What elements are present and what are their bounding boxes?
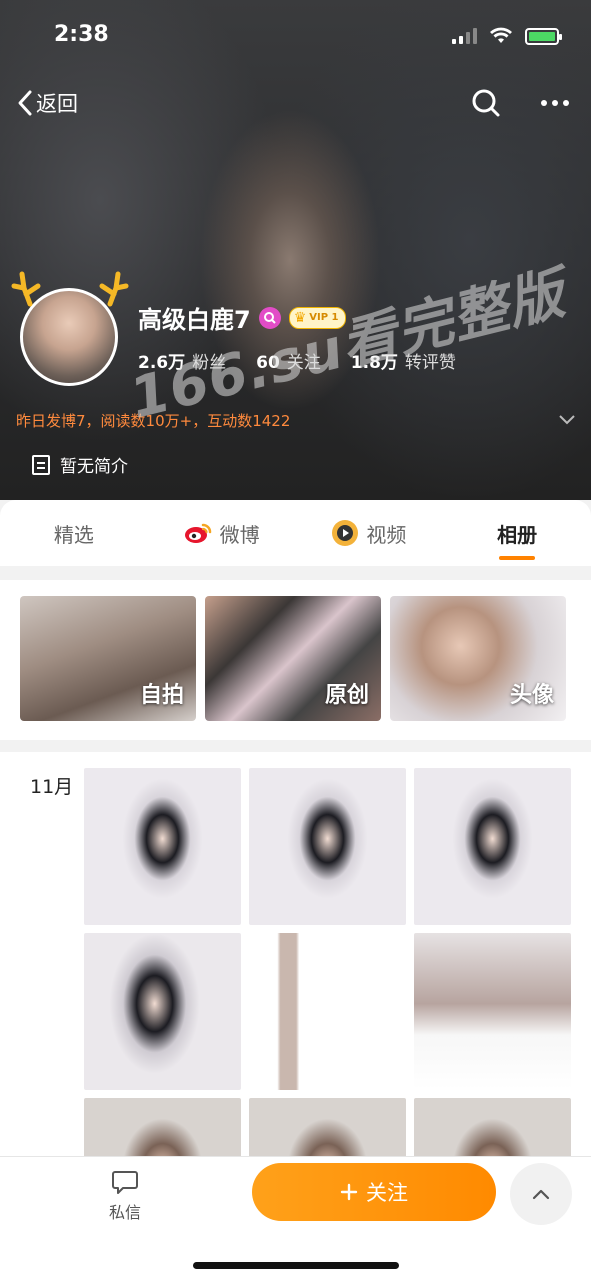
activity-summary-text: 昨日发博7，阅读数10万+，互动数1422 [16, 411, 291, 430]
vip-badge[interactable]: ♛ VIP 1 [288, 306, 346, 329]
status-time: 2:38 [54, 22, 109, 47]
nav-actions [471, 88, 569, 118]
plus-icon [340, 1183, 358, 1201]
crown-icon: ♛ [293, 309, 307, 326]
photo-thumbnail[interactable] [414, 768, 571, 925]
back-button[interactable]: 返回 [16, 88, 78, 118]
name-row: 高级白鹿7 ♛ VIP 1 [138, 300, 346, 335]
scroll-top-button[interactable] [510, 1163, 572, 1225]
follow-button[interactable]: 关注 [252, 1163, 496, 1221]
private-message-label: 私信 [108, 1203, 141, 1222]
album-original[interactable]: 原创 [205, 596, 381, 721]
search-icon[interactable] [471, 88, 501, 118]
month-label: 11月 [30, 776, 74, 798]
chevron-down-icon [559, 415, 575, 425]
album-row: 自拍 原创 头像 [0, 580, 591, 740]
profile-intro: 暂无简介 [32, 452, 128, 477]
photo-section: 11月 [0, 752, 591, 1255]
profile-tabs: 精选 微博 视频 相册 [0, 500, 591, 566]
photo-thumbnail[interactable] [84, 933, 241, 1090]
tab-album-label: 相册 [497, 522, 538, 547]
stat-following-label: 关注 [286, 353, 321, 373]
super-topic-badge-icon[interactable] [258, 306, 281, 329]
message-icon [112, 1171, 138, 1194]
stat-interactions[interactable]: 1.8万 转评赞 [351, 348, 456, 373]
album-selfie-label: 自拍 [139, 683, 184, 708]
stat-followers[interactable]: 2.6万 粉丝 [138, 348, 226, 373]
weibo-icon [184, 523, 211, 543]
profile-banner: 2:38 返回 高级白鹿7 ♛ VIP 1 2.6万 粉丝 60 关注 1.8万… [0, 0, 591, 500]
vip-label: VIP 1 [309, 312, 339, 323]
document-icon [32, 454, 50, 475]
wifi-icon [490, 27, 512, 43]
profile-stats: 2.6万 粉丝 60 关注 1.8万 转评赞 [138, 348, 456, 373]
avatar-container[interactable] [10, 264, 130, 386]
tab-album[interactable]: 相册 [443, 500, 591, 566]
back-chevron-icon [18, 90, 32, 116]
album-avatar-label: 头像 [509, 683, 554, 708]
stat-interactions-label: 转评赞 [404, 353, 456, 373]
album-avatar[interactable]: 头像 [390, 596, 566, 721]
activity-summary[interactable]: 昨日发博7，阅读数10万+，互动数1422 [16, 404, 576, 436]
tab-weibo-label: 微博 [219, 522, 260, 547]
photo-thumbnail[interactable] [249, 933, 406, 1090]
battery-icon [525, 27, 562, 45]
top-nav: 返回 [0, 82, 591, 130]
album-selfie[interactable]: 自拍 [20, 596, 196, 721]
tab-video[interactable]: 视频 [296, 500, 444, 566]
signal-icon [452, 28, 477, 44]
tab-featured[interactable]: 精选 [0, 500, 148, 566]
album-original-label: 原创 [324, 683, 369, 708]
status-bar: 2:38 [0, 0, 591, 76]
chevron-up-icon [532, 1189, 550, 1200]
photo-thumbnail[interactable] [249, 768, 406, 925]
stat-interactions-num: 1.8万 [350, 353, 398, 373]
tab-featured-label: 精选 [53, 522, 94, 547]
status-icons [452, 27, 562, 45]
stat-followers-num: 2.6万 [138, 353, 186, 373]
photo-thumbnail[interactable] [414, 933, 571, 1090]
private-message-button[interactable]: 私信 [92, 1169, 158, 1223]
home-indicator[interactable] [193, 1262, 399, 1269]
tab-video-label: 视频 [366, 522, 407, 547]
stat-following-num: 60 [256, 353, 280, 373]
photo-thumbnail[interactable] [84, 768, 241, 925]
stat-followers-label: 粉丝 [192, 353, 227, 373]
more-icon[interactable] [541, 100, 569, 106]
back-label: 返回 [36, 92, 78, 116]
tab-weibo[interactable]: 微博 [148, 500, 296, 566]
follow-label: 关注 [366, 1181, 408, 1205]
stat-following[interactable]: 60 关注 [256, 348, 321, 373]
antler-icon [11, 271, 129, 307]
intro-text: 暂无简介 [60, 457, 128, 477]
video-icon [332, 520, 359, 546]
profile-name: 高级白鹿7 [138, 306, 251, 334]
